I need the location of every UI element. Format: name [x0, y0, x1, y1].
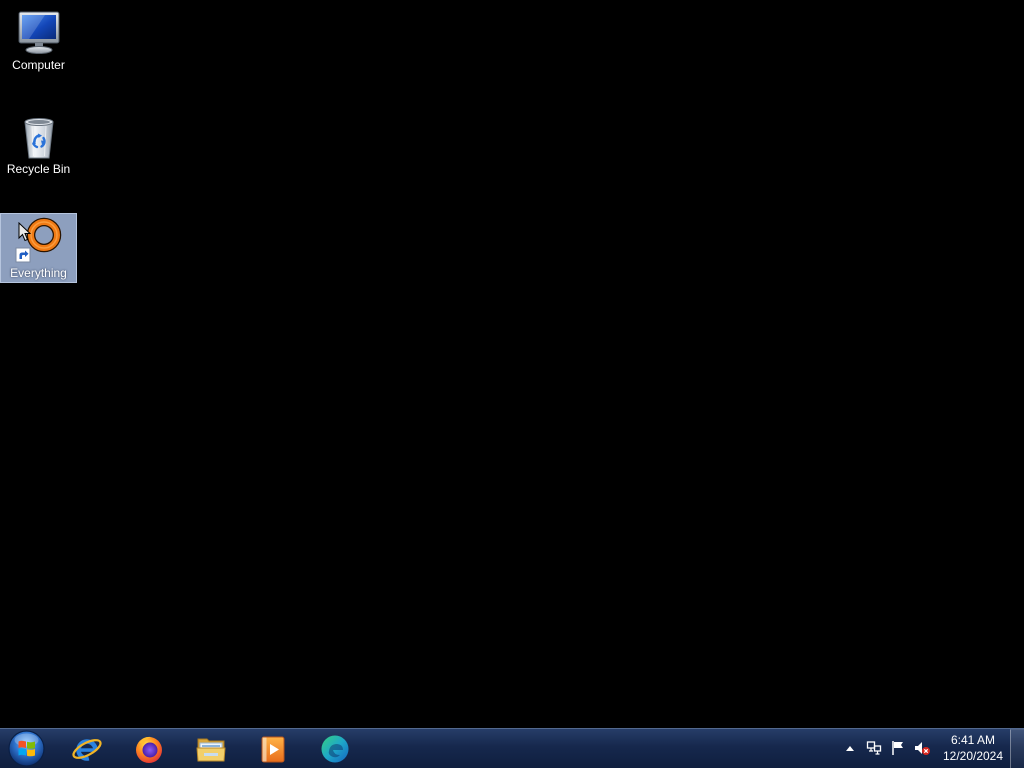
clock-time: 6:41 AM: [950, 733, 996, 747]
shortcut-arrow-icon: [15, 247, 31, 263]
edge-icon: [321, 735, 349, 762]
internet-explorer-icon: [72, 738, 102, 761]
desktop: Computer Recycle Bin Everything: [0, 0, 1024, 728]
desktop-icon-label: Recycle Bin: [6, 162, 71, 176]
volume-muted-icon[interactable]: [914, 740, 930, 756]
desktop-icon-label: Computer: [12, 58, 65, 72]
taskbar-internet-explorer-button[interactable]: [56, 729, 118, 768]
windows-explorer-icon: [196, 738, 226, 761]
action-center-flag-icon[interactable]: [890, 740, 906, 756]
taskbar: 6:41 AM 12/20/2024: [0, 728, 1024, 768]
media-player-icon: [261, 736, 285, 762]
network-icon[interactable]: [866, 740, 882, 756]
computer-icon: [18, 11, 60, 54]
taskbar-media-player-button[interactable]: [242, 729, 304, 768]
firefox-icon: [136, 736, 162, 763]
desktop-icon-recycle-bin[interactable]: Recycle Bin: [0, 109, 77, 179]
desktop-icon-label: Everything: [10, 266, 67, 280]
taskbar-windows-explorer-button[interactable]: [180, 729, 242, 768]
start-button[interactable]: [7, 729, 46, 768]
show-hidden-icons-icon[interactable]: [845, 744, 855, 752]
taskbar-firefox-button[interactable]: [118, 729, 180, 768]
system-clock[interactable]: 6:41 AM 12/20/2024: [938, 732, 1008, 764]
desktop-icon-computer[interactable]: Computer: [0, 5, 77, 75]
mouse-cursor-icon: [18, 222, 31, 242]
show-desktop-button[interactable]: [1010, 729, 1024, 768]
recycle-bin-icon: [24, 118, 54, 159]
pinned-apps: [56, 729, 366, 768]
clock-date: 12/20/2024: [942, 749, 1004, 763]
taskbar-edge-button[interactable]: [304, 729, 366, 768]
desktop-icon-everything[interactable]: Everything: [0, 213, 77, 283]
